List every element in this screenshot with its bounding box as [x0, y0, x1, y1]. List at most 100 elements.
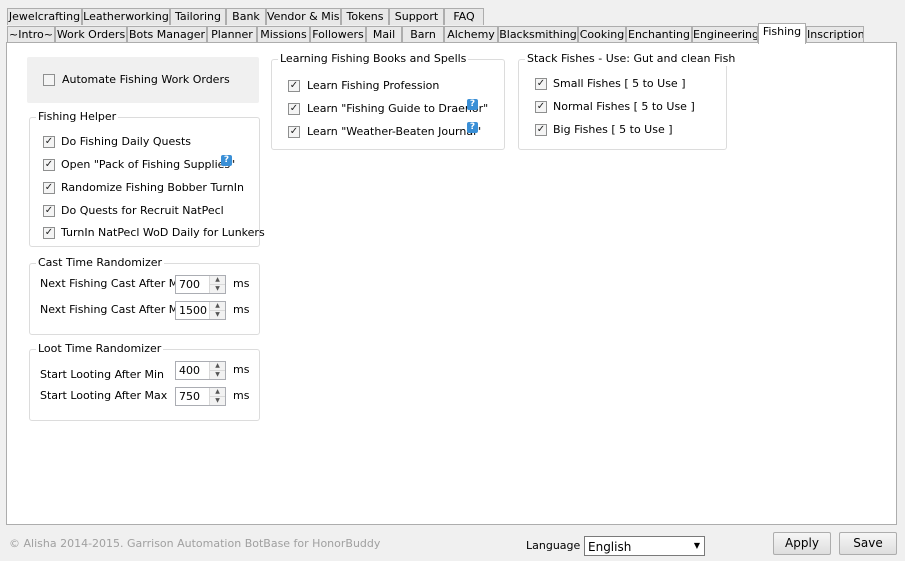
- spinner-down-icon[interactable]: ▼: [210, 285, 225, 293]
- fishing-helper-group: Fishing Helper ✓ Do Fishing Daily Quests…: [29, 110, 265, 247]
- helper-label-open-pack: Open "Pack of Fishing Supplies": [61, 158, 236, 171]
- tab-followers[interactable]: Followers: [310, 26, 366, 43]
- spinner-up-icon[interactable]: ▲: [210, 276, 225, 285]
- check-icon: ✓: [44, 136, 54, 147]
- automate-label: Automate Fishing Work Orders: [62, 73, 230, 86]
- tab-blacksmithing[interactable]: Blacksmithing: [498, 26, 578, 43]
- spinner-down-icon[interactable]: ▼: [210, 397, 225, 405]
- tab-support[interactable]: Support: [389, 8, 444, 25]
- loot-time-group: Loot Time Randomizer Start Looting After…: [29, 342, 260, 421]
- loot-min-stepper[interactable]: 400 ▲ ▼: [175, 361, 226, 380]
- books-label-profession: Learn Fishing Profession: [307, 79, 440, 92]
- copyright-text: © Alisha 2014-2015. Garrison Automation …: [9, 537, 381, 550]
- stack-label-small: Small Fishes [ 5 to Use ]: [553, 77, 686, 90]
- spinner-up-icon[interactable]: ▲: [210, 388, 225, 397]
- stack-checkbox-normal[interactable]: ✓: [535, 101, 547, 113]
- apply-button[interactable]: Apply: [773, 532, 831, 555]
- check-icon: ✓: [44, 182, 54, 193]
- helper-checkbox-lunkers[interactable]: ✓: [43, 227, 55, 239]
- books-checkbox-profession[interactable]: ✓: [288, 80, 300, 92]
- stack-group: Stack Fishes - Use: Gut and clean Fish ✓…: [518, 52, 738, 150]
- books-label-weather-journal: Learn "Weather-Beaten Journal": [307, 125, 482, 138]
- helper-checkbox-recruit-quests[interactable]: ✓: [43, 205, 55, 217]
- tab-enchanting[interactable]: Enchanting: [626, 26, 692, 43]
- language-select[interactable]: English ▼: [584, 536, 705, 556]
- loot-min-unit: ms: [233, 363, 250, 376]
- help-icon[interactable]: ?: [467, 122, 478, 133]
- tab-missions[interactable]: Missions: [257, 26, 310, 43]
- tab-intro[interactable]: ~Intro~: [7, 26, 55, 43]
- stack-title: Stack Fishes - Use: Gut and clean Fish: [525, 52, 738, 66]
- loot-max-value[interactable]: 750: [179, 390, 200, 404]
- tab-bank[interactable]: Bank: [226, 8, 266, 25]
- books-label-draenor-guide: Learn "Fishing Guide to Draenor": [307, 102, 489, 115]
- loot-max-spinner: ▲ ▼: [209, 388, 225, 405]
- tab-bots-manager[interactable]: Bots Manager: [127, 26, 207, 43]
- cast-min-label: Next Fishing Cast After Min: [40, 277, 189, 290]
- save-button[interactable]: Save: [839, 532, 897, 555]
- tab-fishing[interactable]: Fishing: [758, 23, 806, 44]
- cast-max-unit: ms: [233, 303, 250, 316]
- cast-max-spinner: ▲ ▼: [209, 302, 225, 319]
- books-group: Learning Fishing Books and Spells ✓ Lear…: [271, 52, 505, 150]
- tab-work-orders[interactable]: Work Orders: [55, 26, 127, 43]
- tab-faq[interactable]: FAQ: [444, 8, 484, 25]
- helper-checkbox-open-pack[interactable]: ✓: [43, 159, 55, 171]
- helper-label-randomize-bobber: Randomize Fishing Bobber TurnIn: [61, 181, 244, 194]
- loot-max-label: Start Looting After Max: [40, 389, 168, 402]
- tab-tailoring[interactable]: Tailoring: [170, 8, 226, 25]
- books-checkbox-weather-journal[interactable]: ✓: [288, 126, 300, 138]
- spinner-up-icon[interactable]: ▲: [210, 362, 225, 371]
- helper-checkbox-daily-quests[interactable]: ✓: [43, 136, 55, 148]
- check-icon: ✓: [536, 101, 546, 112]
- stack-checkbox-small[interactable]: ✓: [535, 78, 547, 90]
- language-value: English: [588, 540, 632, 554]
- tab-vendor-misc[interactable]: Vendor & Misc: [266, 8, 341, 25]
- check-icon: ✓: [536, 124, 546, 135]
- check-icon: ✓: [289, 103, 299, 114]
- tab-inscription[interactable]: Inscription: [806, 26, 864, 43]
- tab-leatherworking[interactable]: Leatherworking: [82, 8, 170, 25]
- cast-min-stepper[interactable]: 700 ▲ ▼: [175, 275, 226, 294]
- spinner-down-icon[interactable]: ▼: [210, 311, 225, 319]
- tab-tokens[interactable]: Tokens: [341, 8, 389, 25]
- loot-min-value[interactable]: 400: [179, 364, 200, 378]
- helper-label-lunkers: TurnIn NatPecl WoD Daily for Lunkers: [61, 226, 265, 239]
- check-icon: ✓: [44, 159, 54, 170]
- spinner-up-icon[interactable]: ▲: [210, 302, 225, 311]
- tab-barn[interactable]: Barn: [402, 26, 444, 43]
- cast-max-stepper[interactable]: 1500 ▲ ▼: [175, 301, 226, 320]
- cast-max-value[interactable]: 1500: [179, 304, 207, 318]
- check-icon: ✓: [289, 80, 299, 91]
- help-icon[interactable]: ?: [221, 155, 232, 166]
- loot-min-label: Start Looting After Min: [40, 368, 165, 381]
- stack-checkbox-big[interactable]: ✓: [535, 124, 547, 136]
- check-icon: ✓: [44, 227, 54, 238]
- spinner-down-icon[interactable]: ▼: [210, 371, 225, 379]
- helper-checkbox-randomize-bobber[interactable]: ✓: [43, 182, 55, 194]
- cast-min-spinner: ▲ ▼: [209, 276, 225, 293]
- cast-time-title: Cast Time Randomizer: [36, 256, 165, 270]
- cast-time-group: Cast Time Randomizer Next Fishing Cast A…: [29, 256, 260, 335]
- stack-label-normal: Normal Fishes [ 5 to Use ]: [553, 100, 695, 113]
- help-icon[interactable]: ?: [467, 99, 478, 110]
- tab-mail[interactable]: Mail: [366, 26, 402, 43]
- tab-cooking[interactable]: Cooking: [578, 26, 626, 43]
- books-title: Learning Fishing Books and Spells: [278, 52, 469, 66]
- tab-alchemy[interactable]: Alchemy: [444, 26, 498, 43]
- cast-min-unit: ms: [233, 277, 250, 290]
- stack-label-big: Big Fishes [ 5 to Use ]: [553, 123, 673, 136]
- helper-label-daily-quests: Do Fishing Daily Quests: [61, 135, 191, 148]
- tab-engineering[interactable]: Engineering: [692, 26, 758, 43]
- loot-max-stepper[interactable]: 750 ▲ ▼: [175, 387, 226, 406]
- books-checkbox-draenor-guide[interactable]: ✓: [288, 103, 300, 115]
- dropdown-arrow-icon[interactable]: ▼: [694, 542, 700, 550]
- tab-planner[interactable]: Planner: [207, 26, 257, 43]
- fishing-panel: Automate Fishing Work Orders Fishing Hel…: [6, 42, 897, 525]
- check-icon: ✓: [536, 78, 546, 89]
- tab-jewelcrafting[interactable]: Jewelcrafting: [7, 8, 82, 25]
- fishing-helper-title: Fishing Helper: [36, 110, 119, 124]
- automate-checkbox[interactable]: [43, 74, 55, 86]
- loot-max-unit: ms: [233, 389, 250, 402]
- cast-min-value[interactable]: 700: [179, 278, 200, 292]
